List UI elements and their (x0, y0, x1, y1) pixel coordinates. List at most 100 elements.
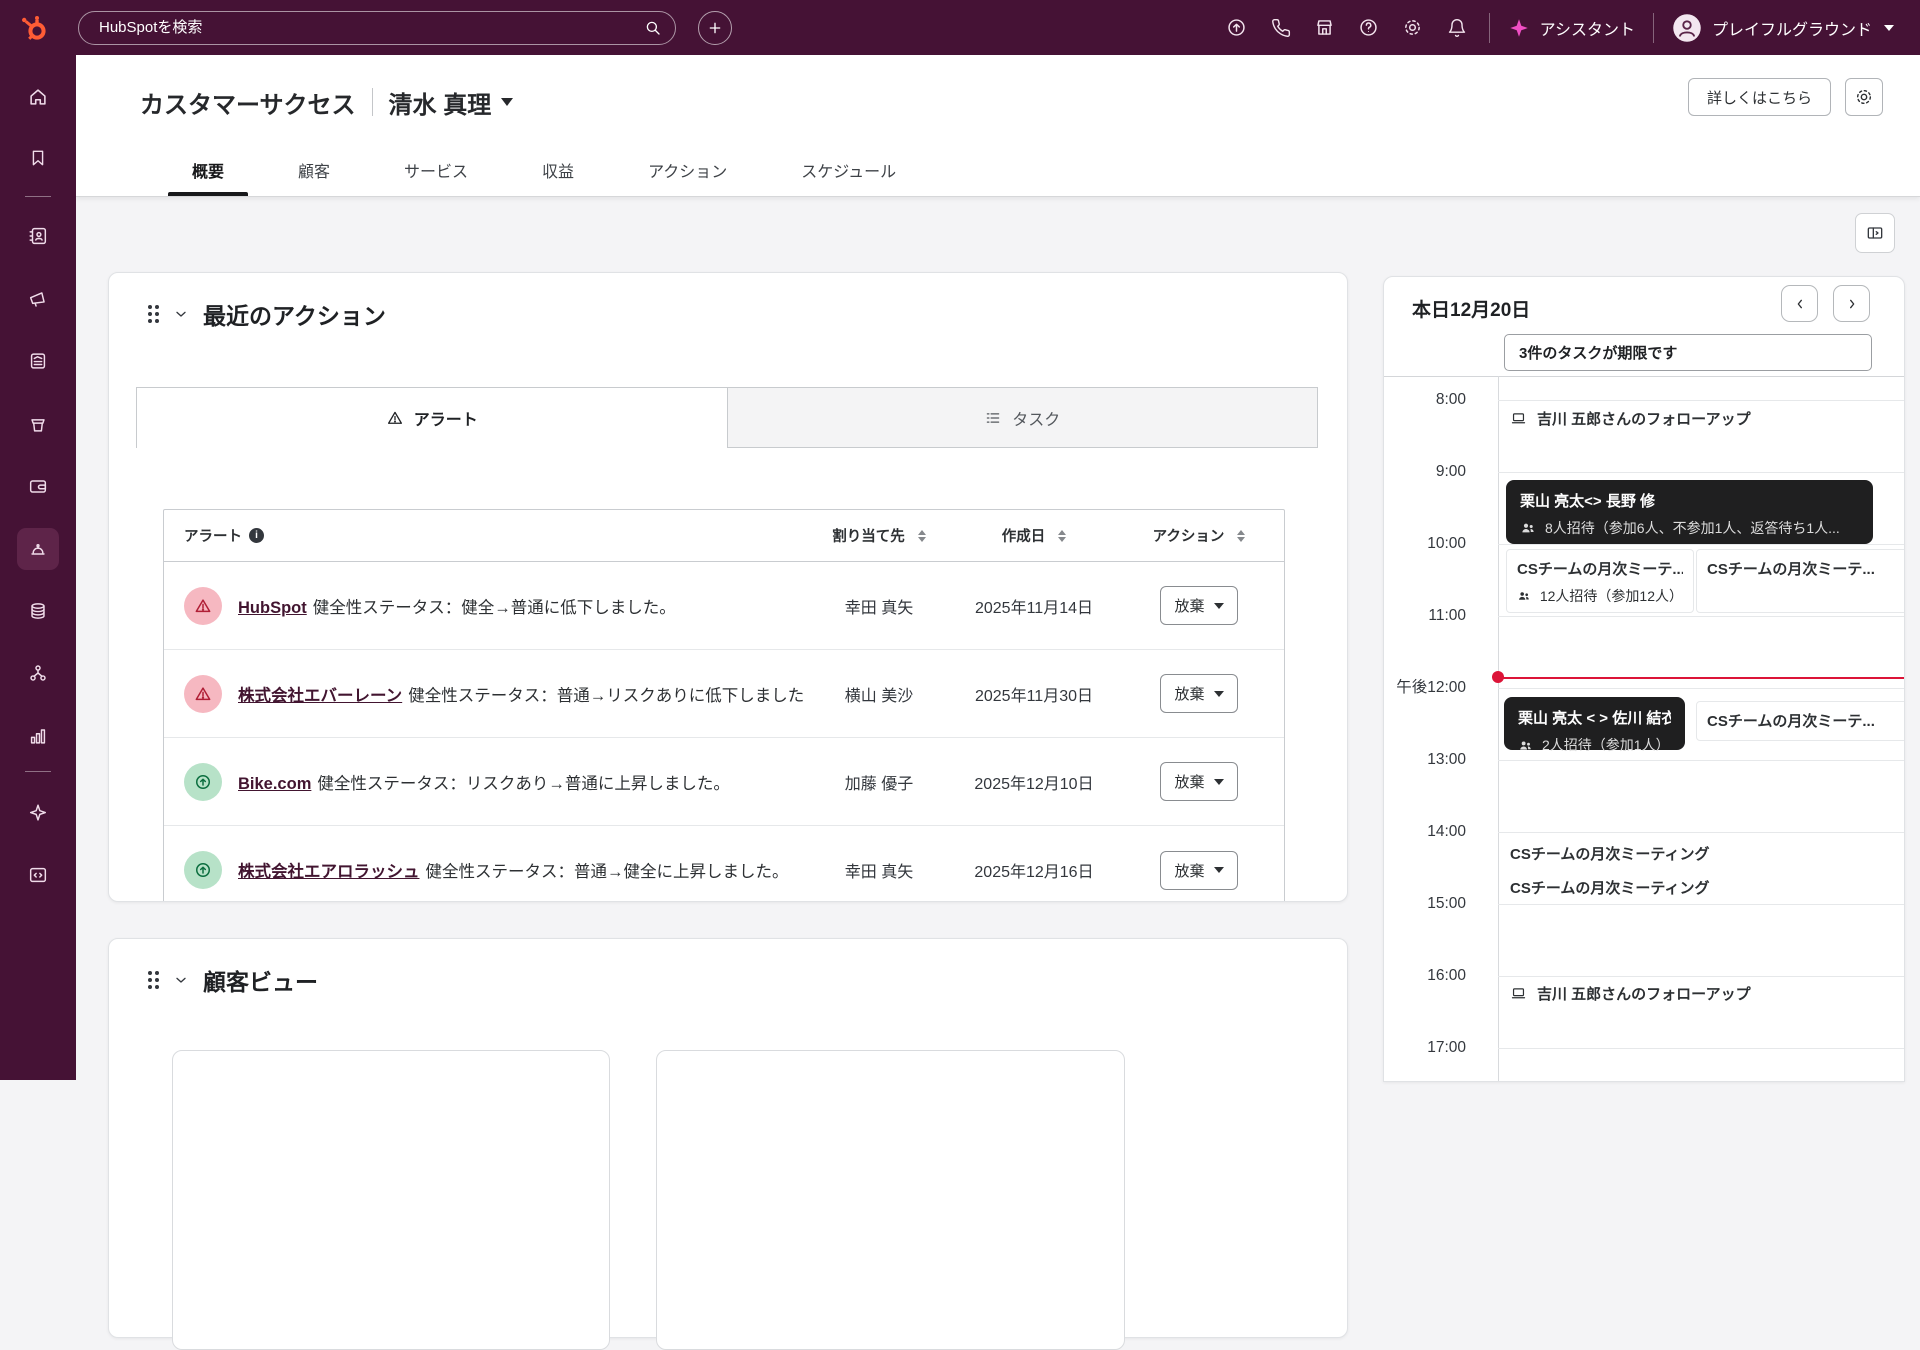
drag-handle[interactable] (148, 971, 159, 989)
sidebar-item-payments[interactable] (17, 465, 59, 507)
collapse-card-chevron[interactable] (173, 306, 189, 322)
tab-service[interactable]: サービス (380, 158, 492, 196)
calendar-event[interactable]: CSチームの月次ミーテ... 12人招待（参加12人） (1506, 549, 1694, 613)
info-icon[interactable] (249, 528, 264, 543)
sidebar-item-content[interactable] (17, 340, 59, 382)
attendees-icon (1518, 738, 1533, 753)
collapse-panel-button[interactable] (1855, 213, 1895, 253)
nav-divider (1489, 13, 1490, 43)
home-icon (27, 86, 49, 108)
calendar-prev-button[interactable] (1781, 285, 1818, 322)
column-created[interactable]: 作成日 (954, 525, 1114, 546)
sidebar (0, 55, 76, 1080)
upgrade-icon[interactable] (1215, 6, 1259, 50)
customer-view-card: 顧客ビュー (108, 938, 1348, 1338)
discard-button[interactable]: 放棄 (1160, 586, 1237, 625)
calendar-event[interactable]: 栗山 亮太 < > 佐川 結衣 2人招待（参加1人） (1504, 697, 1685, 750)
collapse-card-chevron[interactable] (173, 972, 189, 988)
workspace-settings-button[interactable] (1845, 78, 1883, 116)
hubspot-logo-icon[interactable] (17, 11, 51, 45)
calendar-event[interactable]: 吉川 五郎さんのフォローアップ (1510, 983, 1890, 1004)
marketplace-icon[interactable] (1303, 6, 1347, 50)
sidebar-item-ai[interactable] (17, 792, 59, 834)
tab-actions[interactable]: アクション (624, 158, 751, 196)
sidebar-item-bookmarks[interactable] (17, 137, 59, 179)
sparkle-outline-icon (27, 802, 49, 824)
column-assignee[interactable]: 割り当て先 (804, 525, 954, 546)
calendar-next-button[interactable] (1833, 285, 1870, 322)
sidebar-item-home[interactable] (17, 76, 59, 118)
tab-customers[interactable]: 顧客 (274, 158, 354, 196)
sort-icon (1058, 530, 1066, 542)
health-down-icon (184, 587, 222, 625)
database-icon (27, 600, 49, 622)
assistant-button[interactable]: アシスタント (1500, 16, 1643, 40)
sidebar-item-service[interactable] (17, 528, 59, 570)
meeting-icon (1510, 985, 1527, 1002)
calendar-event[interactable]: CSチームの月次ミーティング (1510, 843, 1896, 864)
company-link[interactable]: 株式会社エアロラッシュ (238, 863, 420, 881)
main-content: 最近のアクション アラート タスク アラート 割り当て先 作成日 アクション (76, 197, 1920, 1080)
sidebar-item-developer[interactable] (17, 854, 59, 896)
nav-divider (1653, 13, 1654, 43)
settings-icon[interactable] (1391, 6, 1435, 50)
account-name: プレイフルグラウンド (1712, 16, 1872, 40)
time-label: 14:00 (1384, 821, 1466, 843)
help-icon[interactable] (1347, 6, 1391, 50)
search-input[interactable] (78, 11, 676, 45)
assignee: 幸田 真矢 (804, 594, 954, 618)
column-action[interactable]: アクション (1114, 525, 1284, 546)
calendar-event[interactable]: 吉川 五郎さんのフォローアップ (1510, 408, 1890, 429)
company-link[interactable]: 株式会社エバーレーン (238, 687, 402, 705)
learn-more-button[interactable]: 詳しくはこちら (1688, 78, 1831, 116)
company-link[interactable]: HubSpot (238, 599, 307, 617)
sidebar-item-marketing[interactable] (17, 278, 59, 320)
assignee: 横山 美沙 (804, 682, 954, 706)
sort-icon (1237, 530, 1245, 542)
time-label: 午後12:00 (1384, 677, 1466, 699)
sidebar-divider (25, 196, 51, 197)
table-row: Bike.com健全性ステータス：リスクあり→普通に上昇しました。 加藤 優子 … (164, 738, 1284, 826)
top-navbar: アシスタント プレイフルグラウンド (0, 0, 1920, 55)
discard-button[interactable]: 放棄 (1160, 851, 1237, 890)
commerce-icon (27, 413, 49, 435)
time-label: 8:00 (1384, 389, 1466, 411)
calendar-event[interactable]: CSチームの月次ミーテ... (1696, 701, 1905, 741)
table-header: アラート 割り当て先 作成日 アクション (164, 510, 1284, 562)
calendar-event[interactable]: 栗山 亮太<> 長野 修 8人招待（参加6人、不参加1人、返答待ち1人... (1506, 480, 1873, 544)
page-header: カスタマーサクセス 清水 真理 詳しくはこちら 概要 顧客 サービス 収益 アク… (76, 55, 1920, 197)
title-divider (372, 88, 373, 116)
call-icon[interactable] (1259, 6, 1303, 50)
sidebar-item-automations[interactable] (17, 652, 59, 694)
account-menu[interactable]: プレイフルグラウンド (1664, 13, 1902, 43)
marketing-icon (27, 288, 49, 310)
notifications-icon[interactable] (1435, 6, 1479, 50)
sidebar-item-crm[interactable] (17, 215, 59, 257)
tab-schedule[interactable]: スケジュール (777, 158, 920, 196)
sidebar-item-commerce[interactable] (17, 403, 59, 445)
drag-handle[interactable] (148, 305, 159, 323)
current-time-line (1498, 677, 1904, 679)
time-label: 13:00 (1384, 749, 1466, 771)
calendar-event[interactable]: CSチームの月次ミーティング (1510, 877, 1896, 898)
sidebar-item-reporting[interactable] (17, 715, 59, 757)
search-icon (644, 19, 662, 37)
tab-alerts[interactable]: アラート (137, 388, 727, 448)
created-date: 2025年11月30日 (954, 682, 1114, 706)
sidebar-item-data[interactable] (17, 590, 59, 632)
calendar-panel: 本日12月20日 3件のタスクが期限です 8:00 9:00 10:00 11:… (1383, 276, 1905, 1082)
attendees-icon (1520, 520, 1536, 536)
calendar-event[interactable]: CSチームの月次ミーテ... (1696, 549, 1905, 613)
tab-revenue[interactable]: 収益 (518, 158, 598, 196)
tab-overview[interactable]: 概要 (168, 158, 248, 196)
owner-selector[interactable]: 清水 真理 (389, 85, 514, 120)
health-up-icon (184, 763, 222, 801)
company-link[interactable]: Bike.com (238, 775, 311, 793)
tab-tasks[interactable]: タスク (727, 388, 1318, 448)
discard-button[interactable]: 放棄 (1160, 762, 1237, 801)
discard-button[interactable]: 放棄 (1160, 674, 1237, 713)
assistant-label: アシスタント (1540, 16, 1635, 40)
tasks-due-banner[interactable]: 3件のタスクが期限です (1504, 334, 1872, 371)
create-button[interactable] (698, 11, 732, 45)
table-row: HubSpot健全性ステータス：健全→普通に低下しました。 幸田 真矢 2025… (164, 562, 1284, 650)
